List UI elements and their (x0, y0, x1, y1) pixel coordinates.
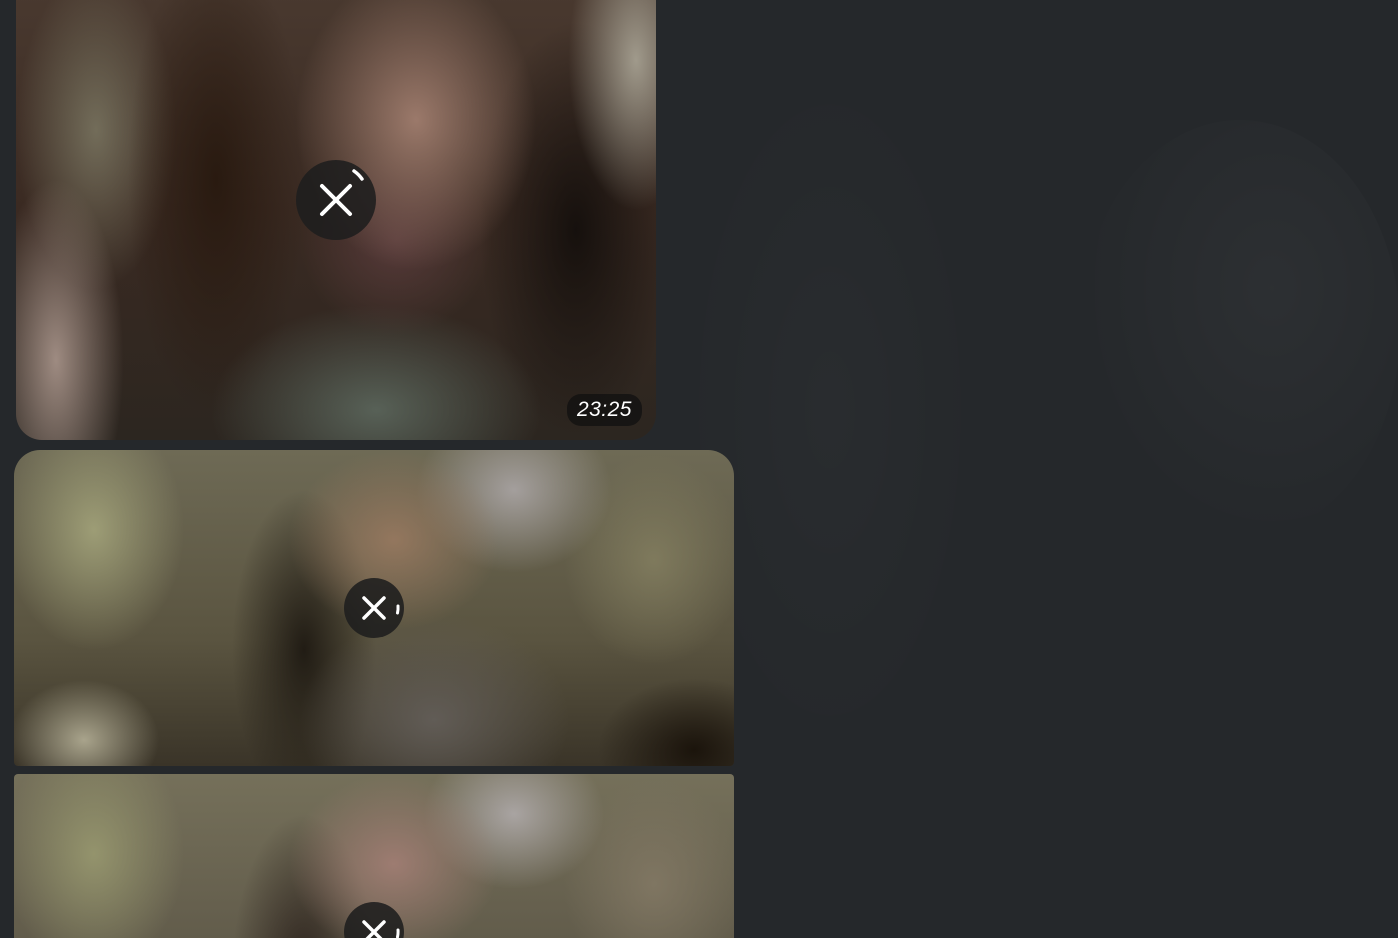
close-icon (362, 596, 400, 620)
video-duration-badge: 23:25 (566, 394, 642, 426)
background-pattern (1080, 120, 1398, 540)
photo-message[interactable] (14, 774, 734, 938)
video-message[interactable]: 23:25 (16, 0, 656, 440)
cancel-download-button[interactable] (344, 902, 404, 938)
chat-view: 23:25 (0, 0, 1398, 938)
photo-message[interactable] (14, 450, 734, 766)
close-icon (320, 169, 364, 216)
progress-ring-icon (352, 169, 364, 181)
cancel-download-button[interactable] (296, 160, 376, 240)
progress-ring-icon (396, 604, 400, 615)
close-icon (362, 920, 400, 938)
progress-ring-icon (396, 928, 400, 938)
cancel-download-button[interactable] (344, 578, 404, 638)
